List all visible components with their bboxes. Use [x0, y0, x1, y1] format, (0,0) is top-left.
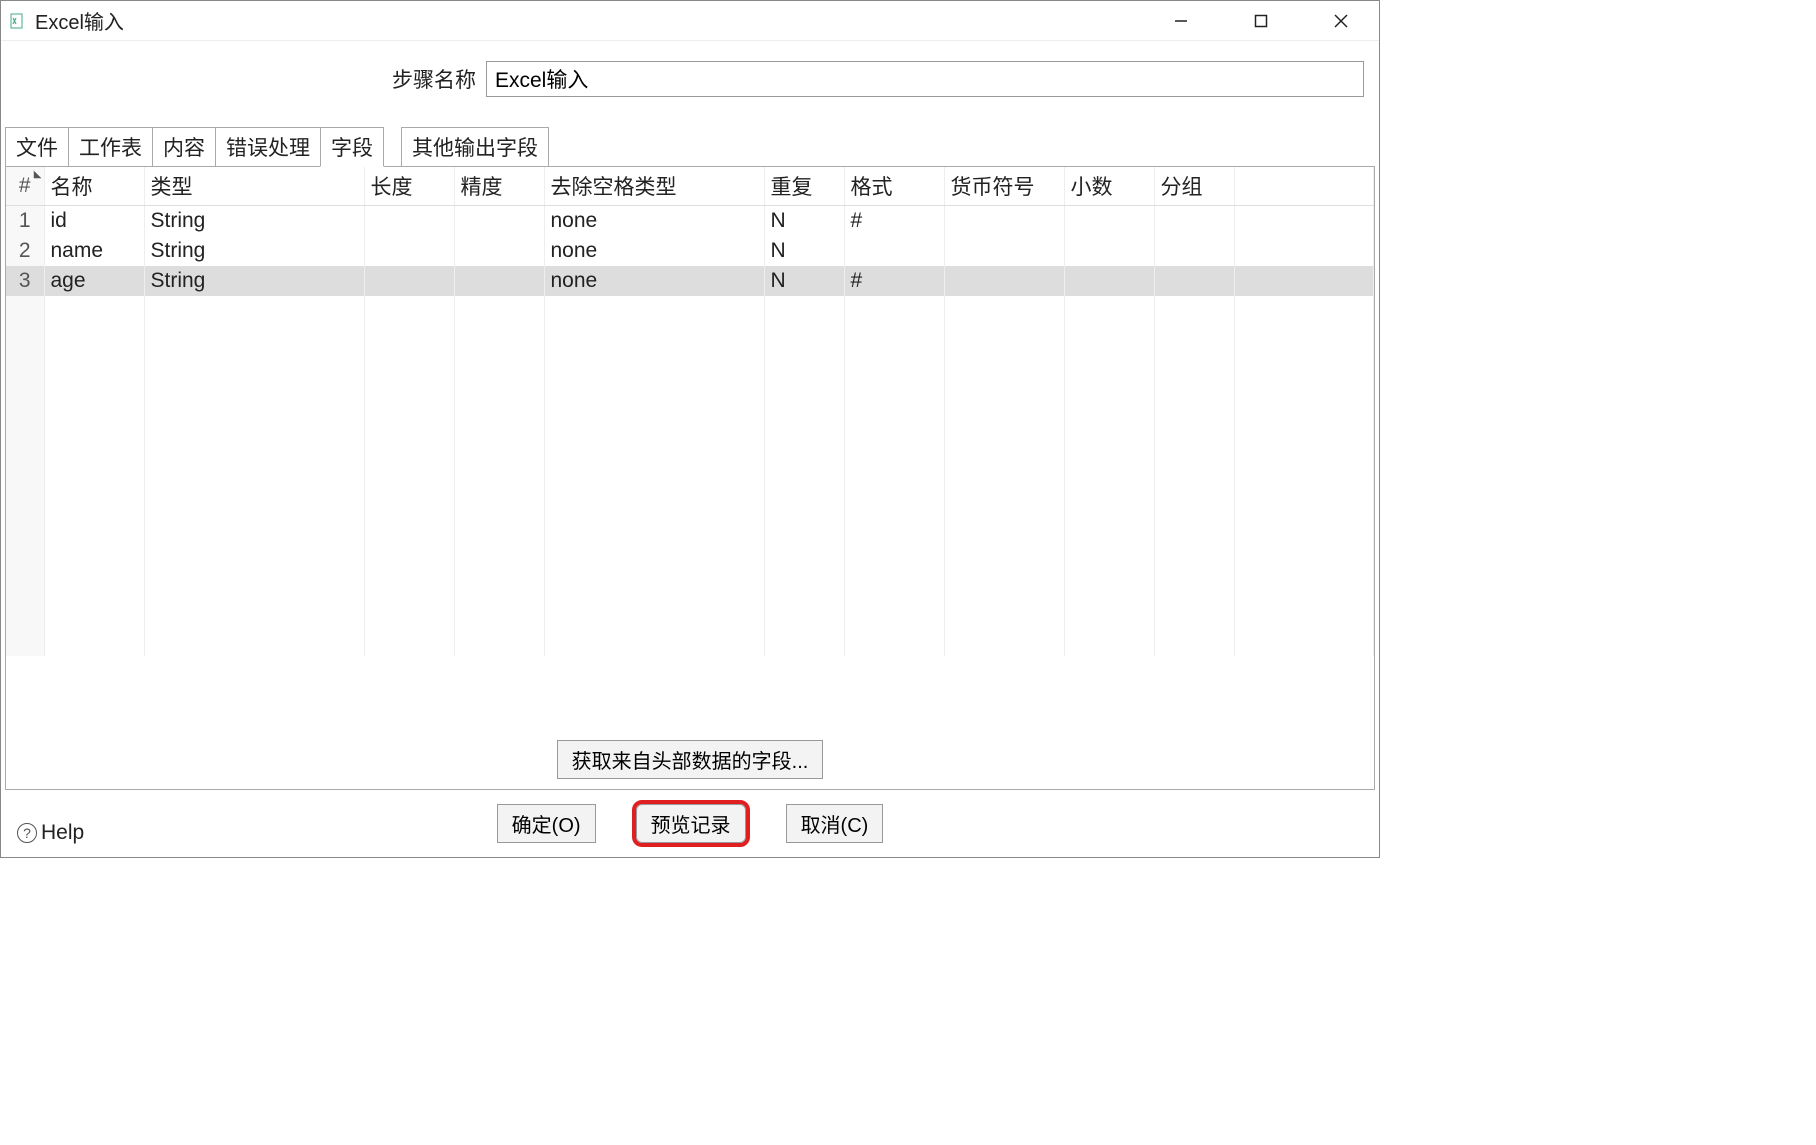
help-icon: ?: [17, 823, 37, 843]
cell-repeat[interactable]: N: [764, 206, 844, 236]
excel-file-icon: [9, 12, 27, 30]
table-row[interactable]: 2nameString noneN: [6, 236, 1374, 266]
cell-currency[interactable]: [944, 236, 1064, 266]
cell-decimal[interactable]: [1064, 206, 1154, 236]
help-link[interactable]: ? Help: [17, 821, 84, 845]
dialog-button-row: 确定(O) 预览记录 取消(C) ? Help: [1, 794, 1379, 857]
cell-length[interactable]: [364, 206, 454, 236]
window-controls: [1161, 6, 1371, 36]
cell-trim[interactable]: none: [544, 266, 764, 296]
cell-spacer: [1234, 206, 1374, 236]
table-row-empty[interactable]: [6, 326, 1374, 356]
excel-input-dialog: Excel输入 步骤名称 文件 工作表 内容 错误处理 字段 其他输出字段: [0, 0, 1380, 858]
cancel-button[interactable]: 取消(C): [786, 804, 884, 843]
col-header-decimal[interactable]: 小数: [1064, 167, 1154, 206]
cell-trim[interactable]: none: [544, 206, 764, 236]
cell-currency[interactable]: [944, 206, 1064, 236]
cell-num[interactable]: 3: [6, 266, 44, 296]
tab-other-output[interactable]: 其他输出字段: [401, 127, 549, 167]
col-header-spacer: [1234, 167, 1374, 206]
cell-format[interactable]: #: [844, 206, 944, 236]
step-name-input[interactable]: [486, 61, 1364, 97]
ok-button[interactable]: 确定(O): [497, 804, 596, 843]
table-row-empty[interactable]: [6, 566, 1374, 596]
col-header-repeat[interactable]: 重复: [764, 167, 844, 206]
table-row-empty[interactable]: [6, 446, 1374, 476]
table-row[interactable]: 1idString noneN#: [6, 206, 1374, 236]
cell-spacer: [1234, 236, 1374, 266]
cell-group[interactable]: [1154, 266, 1234, 296]
cell-length[interactable]: [364, 236, 454, 266]
cell-type[interactable]: String: [144, 206, 364, 236]
col-header-format[interactable]: 格式: [844, 167, 944, 206]
close-button[interactable]: [1321, 6, 1361, 36]
cell-precision[interactable]: [454, 266, 544, 296]
dialog-content: 步骤名称 文件 工作表 内容 错误处理 字段 其他输出字段 #◣ 名称 类型: [1, 41, 1379, 857]
col-header-length[interactable]: 长度: [364, 167, 454, 206]
tab-bar: 文件 工作表 内容 错误处理 字段 其他输出字段: [1, 127, 1379, 167]
cell-trim[interactable]: none: [544, 236, 764, 266]
cell-num[interactable]: 2: [6, 236, 44, 266]
fields-grid-wrap[interactable]: #◣ 名称 类型 长度 精度 去除空格类型 重复 格式 货币符号 小数 分组: [6, 167, 1374, 732]
table-row-empty[interactable]: [6, 596, 1374, 626]
step-name-row: 步骤名称: [1, 41, 1379, 127]
table-row-empty[interactable]: [6, 296, 1374, 326]
table-row[interactable]: 3ageString noneN#: [6, 266, 1374, 296]
cell-currency[interactable]: [944, 266, 1064, 296]
cell-repeat[interactable]: N: [764, 236, 844, 266]
preview-button[interactable]: 预览记录: [636, 804, 746, 843]
cell-length[interactable]: [364, 266, 454, 296]
fields-grid[interactable]: #◣ 名称 类型 长度 精度 去除空格类型 重复 格式 货币符号 小数 分组: [6, 167, 1374, 656]
fields-panel: #◣ 名称 类型 长度 精度 去除空格类型 重复 格式 货币符号 小数 分组: [5, 166, 1375, 790]
titlebar: Excel输入: [1, 1, 1379, 41]
table-row-empty[interactable]: [6, 506, 1374, 536]
tab-fields[interactable]: 字段: [320, 127, 384, 167]
cell-name[interactable]: age: [44, 266, 144, 296]
tab-content[interactable]: 内容: [152, 127, 216, 167]
col-header-name[interactable]: 名称: [44, 167, 144, 206]
cell-name[interactable]: name: [44, 236, 144, 266]
cell-precision[interactable]: [454, 206, 544, 236]
tab-file[interactable]: 文件: [5, 127, 69, 167]
cell-format[interactable]: #: [844, 266, 944, 296]
panel-button-row: 获取来自头部数据的字段...: [6, 732, 1374, 789]
tab-sheet[interactable]: 工作表: [68, 127, 153, 167]
col-header-trim[interactable]: 去除空格类型: [544, 167, 764, 206]
cell-format[interactable]: [844, 236, 944, 266]
window-title: Excel输入: [35, 6, 124, 35]
cell-type[interactable]: String: [144, 236, 364, 266]
table-row-empty[interactable]: [6, 626, 1374, 656]
maximize-button[interactable]: [1241, 6, 1281, 36]
get-header-fields-button[interactable]: 获取来自头部数据的字段...: [557, 740, 824, 779]
table-row-empty[interactable]: [6, 536, 1374, 566]
table-row-empty[interactable]: [6, 356, 1374, 386]
step-name-label: 步骤名称: [16, 64, 486, 94]
col-header-precision[interactable]: 精度: [454, 167, 544, 206]
table-row-empty[interactable]: [6, 386, 1374, 416]
table-row-empty[interactable]: [6, 476, 1374, 506]
cell-decimal[interactable]: [1064, 266, 1154, 296]
table-row-empty[interactable]: [6, 416, 1374, 446]
help-label: Help: [41, 821, 84, 845]
minimize-button[interactable]: [1161, 6, 1201, 36]
cell-type[interactable]: String: [144, 266, 364, 296]
cell-group[interactable]: [1154, 206, 1234, 236]
cell-num[interactable]: 1: [6, 206, 44, 236]
col-header-currency[interactable]: 货币符号: [944, 167, 1064, 206]
cell-precision[interactable]: [454, 236, 544, 266]
col-header-group[interactable]: 分组: [1154, 167, 1234, 206]
cell-name[interactable]: id: [44, 206, 144, 236]
cell-decimal[interactable]: [1064, 236, 1154, 266]
tab-error[interactable]: 错误处理: [215, 127, 321, 167]
col-header-type[interactable]: 类型: [144, 167, 364, 206]
cell-group[interactable]: [1154, 236, 1234, 266]
cell-spacer: [1234, 266, 1374, 296]
cell-repeat[interactable]: N: [764, 266, 844, 296]
col-header-num[interactable]: #◣: [6, 167, 44, 206]
